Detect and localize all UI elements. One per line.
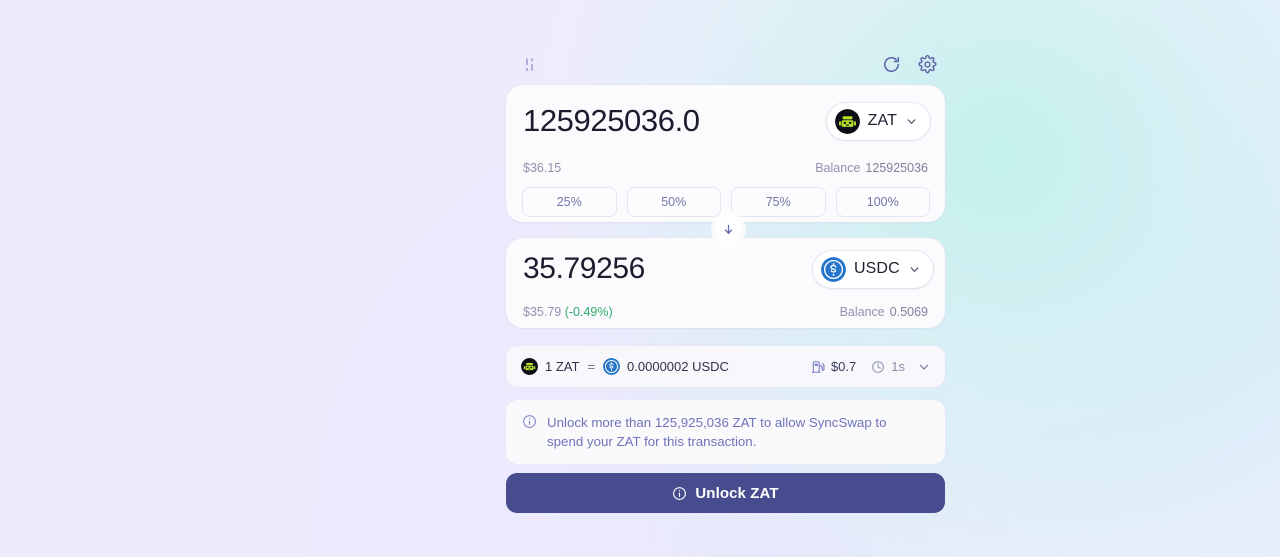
- percent-button-50[interactable]: 50%: [626, 187, 721, 217]
- gas-fee-value: $0.7: [830, 359, 857, 374]
- percent-button-25[interactable]: 25%: [522, 187, 617, 217]
- to-token-card: USDC $35.79 (-0.49%) Balance 0.5069: [506, 238, 945, 328]
- arrow-down-icon: [722, 223, 735, 236]
- from-balance-label: Balance: [815, 161, 861, 175]
- widget-header: [506, 50, 945, 78]
- percent-button-row: 25% 50% 75% 100%: [506, 179, 945, 217]
- to-balance-label: Balance: [839, 305, 885, 319]
- info-circle-icon: [522, 414, 537, 434]
- exchange-rate-bar[interactable]: 1 ZAT = 0.0000002 USDC $0.7 1s: [506, 346, 945, 387]
- to-meta-row: $35.79 (-0.49%) Balance 0.5069: [506, 300, 945, 324]
- to-fiat-change: (-0.49%): [564, 305, 613, 319]
- rate-quote-amount: 0.0000002 USDC: [627, 359, 729, 374]
- to-balance[interactable]: Balance 0.5069: [840, 305, 928, 319]
- unlock-notice: Unlock more than 125,925,036 ZAT to allo…: [506, 400, 945, 464]
- usdc-token-icon: [603, 358, 621, 375]
- header-right-group: [880, 53, 945, 75]
- gear-icon[interactable]: [916, 53, 938, 75]
- to-token-symbol: USDC: [854, 260, 900, 277]
- percent-button-75[interactable]: 75%: [731, 187, 826, 217]
- sliders-vertical-icon[interactable]: [518, 53, 540, 75]
- unlock-zat-button-label: Unlock ZAT: [695, 484, 779, 502]
- rate-equals-sign: =: [587, 359, 596, 374]
- to-fiat-amount: $35.79: [523, 305, 562, 319]
- from-token-selector[interactable]: ZAT: [826, 102, 930, 140]
- swap-widget: ZAT $36.15 Balance 125925036 25% 50% 75% …: [506, 0, 945, 557]
- zat-token-icon: [834, 108, 860, 134]
- from-amount-row: ZAT: [506, 85, 945, 157]
- from-balance[interactable]: Balance 125925036: [815, 161, 928, 175]
- zat-token-icon: [521, 358, 538, 375]
- rate-cost-group: $0.7 1s: [811, 359, 931, 374]
- gas-pump-icon: [811, 360, 825, 374]
- chevron-down-icon: [905, 115, 918, 128]
- time-estimate-value: 1s: [891, 359, 905, 374]
- to-amount-row: USDC: [506, 238, 945, 300]
- exchange-rate-expression: 1 ZAT = 0.0000002 USDC: [521, 358, 729, 375]
- refresh-icon[interactable]: [880, 53, 902, 75]
- to-token-selector[interactable]: USDC: [813, 250, 933, 288]
- from-fiat-amount: $36.15: [523, 161, 562, 175]
- rate-base-amount: 1 ZAT: [545, 359, 580, 374]
- usdc-token-icon: [821, 256, 846, 282]
- from-fiat-value: $36.15: [523, 161, 561, 175]
- to-fiat-value: $35.79 (-0.49%): [523, 305, 613, 319]
- from-token-symbol: ZAT: [867, 112, 897, 129]
- from-balance-value: 125925036: [865, 161, 928, 175]
- header-left-group: [506, 53, 540, 75]
- to-balance-value: 0.5069: [889, 305, 928, 319]
- from-token-card: ZAT $36.15 Balance 125925036 25% 50% 75% …: [506, 85, 945, 222]
- percent-button-100[interactable]: 100%: [835, 187, 930, 217]
- unlock-notice-text: Unlock more than 125,925,036 ZAT to allo…: [547, 415, 887, 449]
- chevron-down-icon: [908, 263, 921, 276]
- from-amount-input[interactable]: [523, 103, 813, 139]
- chevron-down-icon[interactable]: [917, 360, 931, 374]
- to-amount-input[interactable]: [523, 252, 813, 286]
- unlock-zat-button[interactable]: Unlock ZAT: [506, 473, 945, 513]
- swap-direction-button[interactable]: [715, 216, 742, 243]
- clock-icon: [871, 360, 885, 374]
- info-circle-icon: [672, 486, 687, 501]
- from-meta-row: $36.15 Balance 125925036: [506, 157, 945, 179]
